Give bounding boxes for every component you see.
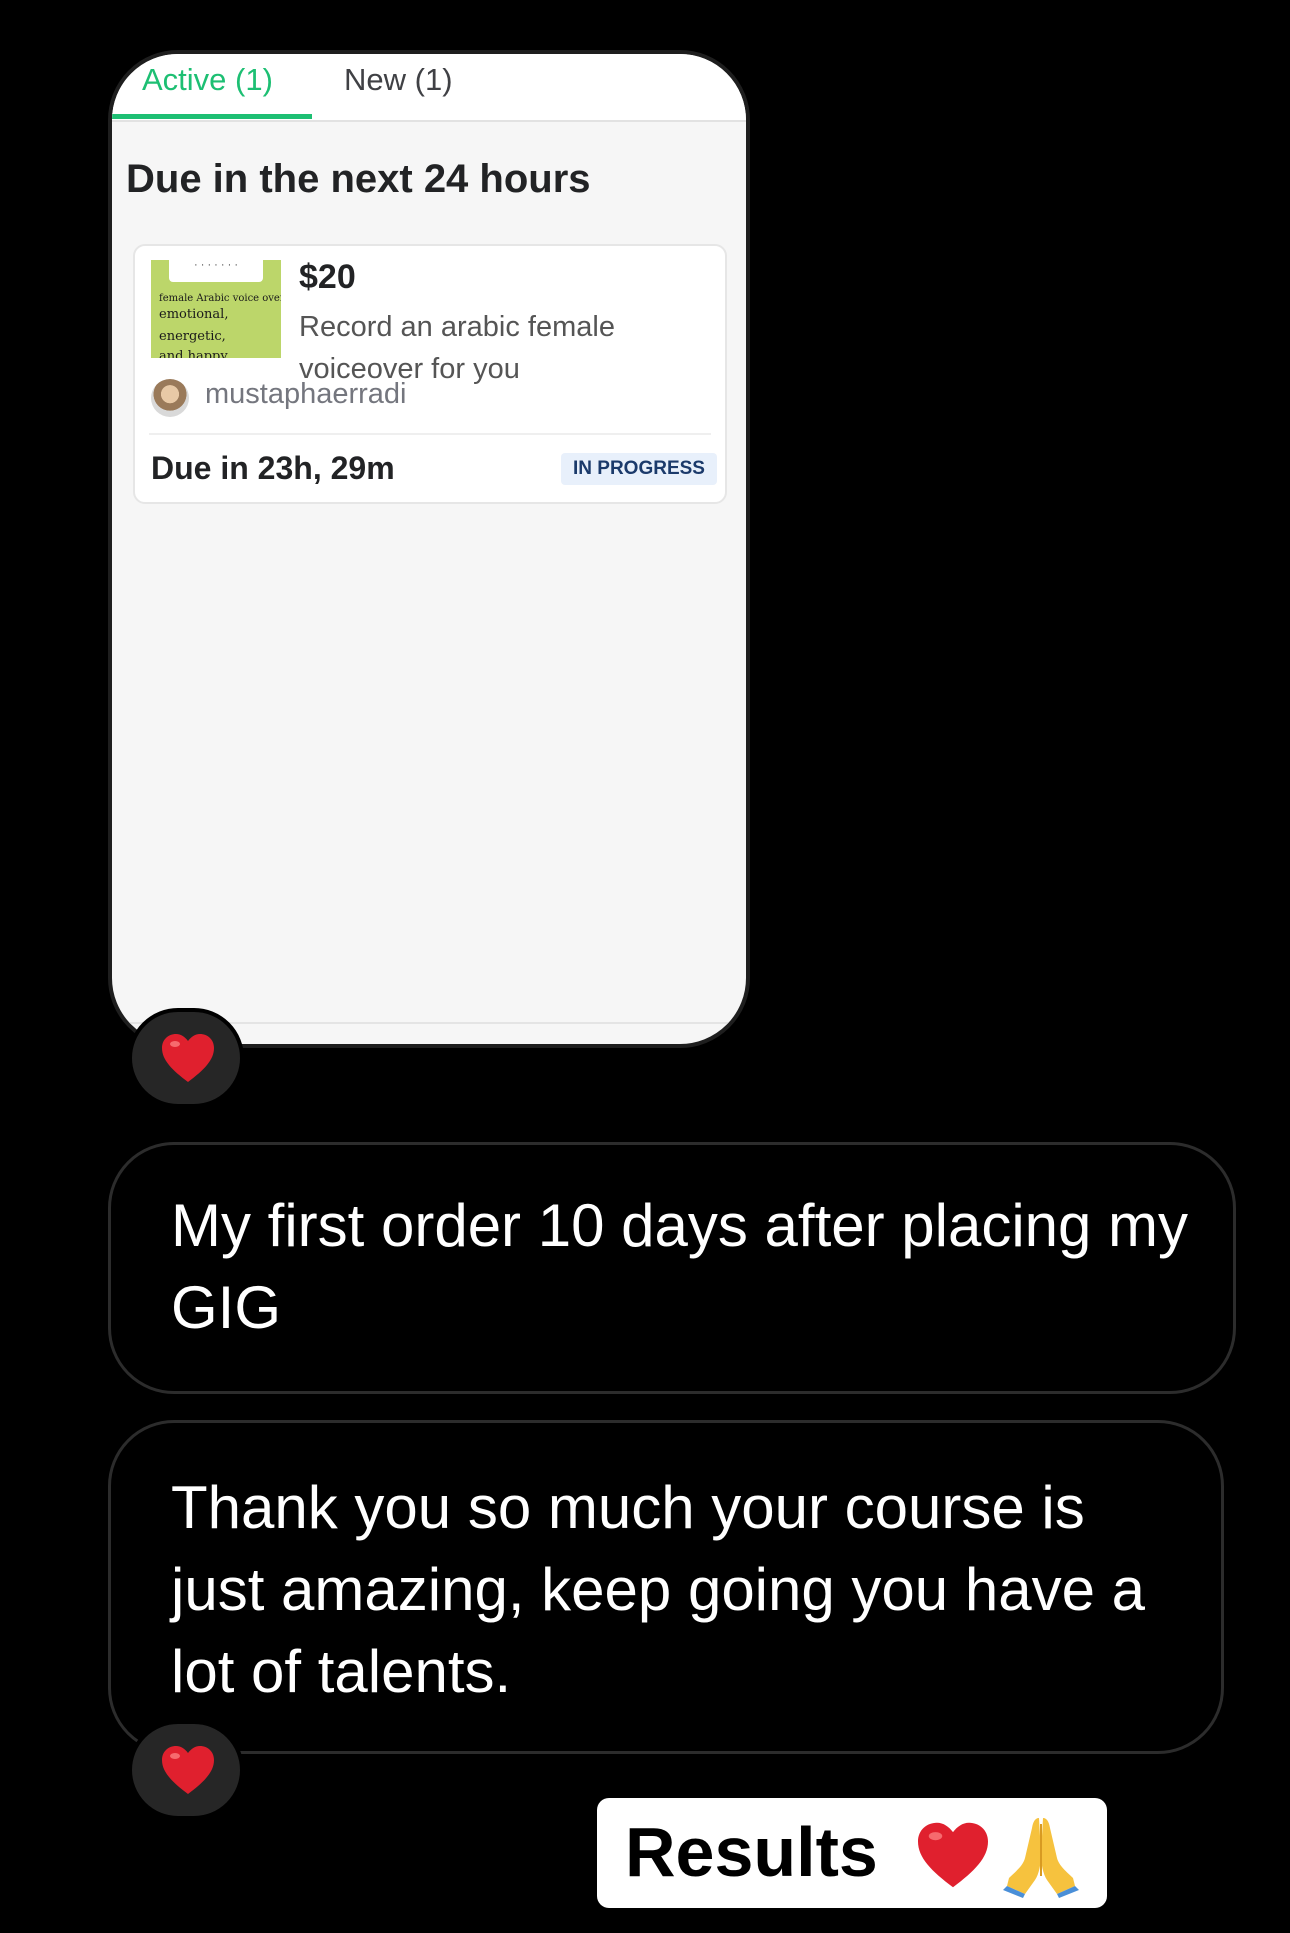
thumbnail-text-line: emotional,: [159, 307, 229, 322]
gig-thumbnail: · · · · · · · female Arabic voice over e…: [151, 260, 281, 358]
seller-name[interactable]: mustaphaerradi: [205, 378, 407, 411]
thumbnail-header: · · · · · · ·: [169, 260, 263, 282]
thumbnail-text-line: female Arabic voice over: [159, 293, 281, 304]
results-text: Results: [625, 1813, 878, 1891]
thumbnail-text-line: and happy: [159, 349, 228, 358]
status-badge: IN PROGRESS: [561, 453, 717, 485]
heart-icon: [918, 1822, 988, 1888]
message-bubble: Thank you so much your course is just am…: [108, 1420, 1224, 1754]
heart-icon: [162, 1034, 214, 1082]
message-text: Thank you so much your course is just am…: [171, 1474, 1145, 1705]
heart-icon: [162, 1746, 214, 1794]
order-card[interactable]: · · · · · · · female Arabic voice over e…: [133, 244, 727, 504]
folded-hands-icon: [1003, 1818, 1079, 1898]
order-price: $20: [299, 258, 356, 296]
active-tab-indicator: [112, 114, 312, 119]
results-label: Results: [597, 1798, 1107, 1908]
order-screenshot: Active (1) New (1) Due in the next 24 ho…: [108, 50, 750, 1048]
seller-avatar: [151, 379, 189, 417]
thumbnail-text-line: energetic,: [159, 329, 226, 344]
order-tabs: Active (1) New (1): [112, 54, 746, 122]
tab-new[interactable]: New (1): [344, 62, 453, 98]
heart-reaction[interactable]: [128, 1008, 244, 1108]
heart-reaction[interactable]: [128, 1720, 244, 1820]
section-title: Due in the next 24 hours: [126, 157, 591, 201]
message-text: My first order 10 days after placing my …: [171, 1192, 1189, 1341]
card-divider: [149, 433, 711, 435]
due-time: Due in 23h, 29m: [151, 450, 395, 486]
tab-active[interactable]: Active (1): [142, 62, 273, 98]
message-bubble: My first order 10 days after placing my …: [108, 1142, 1236, 1394]
